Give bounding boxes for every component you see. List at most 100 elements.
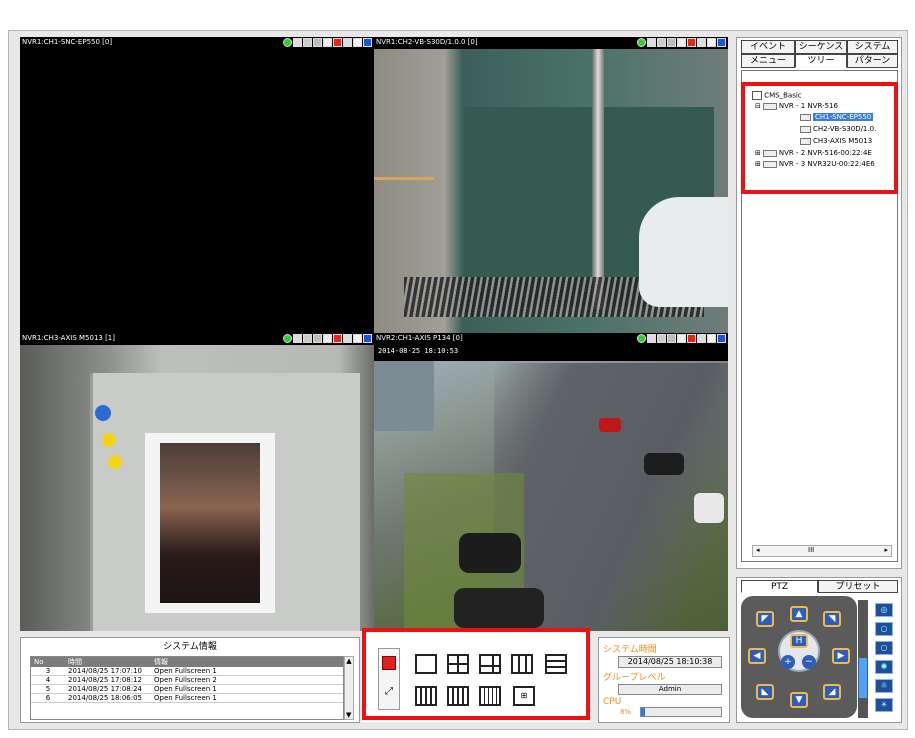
- horizontal-scrollbar[interactable]: ◂ III ▸: [752, 545, 892, 557]
- scroll-thumb[interactable]: III: [808, 546, 814, 554]
- nvr-icon: [762, 160, 777, 168]
- pane-toolbar[interactable]: [283, 334, 372, 344]
- ptz-right-button[interactable]: ▶: [832, 648, 850, 664]
- layout-6-icon[interactable]: [479, 654, 501, 674]
- pane-toolbar[interactable]: [283, 38, 372, 48]
- col-time[interactable]: 時間: [65, 657, 151, 667]
- ptz-down-right-button[interactable]: ◢: [823, 684, 841, 700]
- parked-car: [459, 533, 521, 573]
- moving-car: [644, 453, 684, 475]
- pane-caption: NVR1:CH3-AXIS M5013 [1]: [22, 334, 115, 342]
- iris-close-icon[interactable]: ○: [875, 641, 893, 655]
- col-no[interactable]: No: [31, 657, 65, 667]
- video-pane-2[interactable]: NVR1:CH2-VB-S30D/1.0.0 [0]: [374, 37, 728, 333]
- layout-9-icon[interactable]: [545, 654, 567, 674]
- wiper-icon[interactable]: ☼: [875, 679, 893, 693]
- scroll-left-icon[interactable]: ◂: [756, 546, 760, 554]
- speed-level: [859, 658, 867, 698]
- table-row[interactable]: 4 2014/08/25 17:08:12 Open Fullscreen 2: [31, 675, 343, 685]
- table-row[interactable]: 6 2014/08/25 18:06:05 Open Fullscreen 1: [31, 693, 343, 703]
- tree-label: CH2-VB-S30D/1.0.: [813, 125, 877, 133]
- camera-icon: [800, 113, 811, 121]
- moving-car: [599, 418, 621, 432]
- tab-event[interactable]: イベント: [741, 40, 795, 54]
- iris-open-icon[interactable]: ○: [875, 622, 893, 636]
- ptz-up-button[interactable]: ▲: [790, 606, 808, 622]
- video-pane-4[interactable]: NVR2:CH1-AXIS P134 [0] 2014-08-25 18:10:…: [374, 333, 728, 631]
- scroll-down-icon[interactable]: ▼: [346, 711, 351, 719]
- cell: 2014/08/25 17:08:24: [65, 684, 151, 694]
- scroll-right-icon[interactable]: ▸: [884, 546, 888, 554]
- portrait-photo: [160, 443, 260, 603]
- layout-4-icon[interactable]: [447, 654, 469, 674]
- cell: 2014/08/25 18:06:05: [65, 693, 151, 703]
- tree-label: CH1-SNC-EP550: [813, 113, 874, 121]
- blue-button: [95, 405, 111, 421]
- layout-custom-icon[interactable]: ⊞: [513, 686, 535, 706]
- tab-sequence[interactable]: シーケンス: [795, 40, 847, 54]
- moving-car: [694, 493, 724, 523]
- pane-toolbar[interactable]: [637, 334, 726, 344]
- ptz-down-button[interactable]: ▼: [790, 692, 808, 708]
- server-icon: [752, 91, 762, 100]
- layout-13-icon[interactable]: [447, 686, 469, 706]
- tree-node-nvr2[interactable]: ⊞ NVR - 2 NVR-516-00:22:4E: [755, 149, 872, 158]
- cell: Open Fullscreen 1: [151, 693, 343, 703]
- smiley-magnet: [102, 433, 116, 447]
- ptz-up-right-button[interactable]: ◥: [823, 611, 841, 627]
- scroll-up-icon[interactable]: ▲: [346, 657, 351, 665]
- layout-10-icon[interactable]: [415, 686, 437, 706]
- tab-preset[interactable]: プリセット: [818, 580, 898, 593]
- table-row[interactable]: 3 2014/08/25 17:07:10 Open Fullscreen 1: [31, 667, 343, 676]
- tree-node-ch1[interactable]: CH1-SNC-EP550: [798, 113, 874, 122]
- table-row[interactable]: 5 2014/08/25 17:08:24 Open Fullscreen 1: [31, 684, 343, 694]
- ptz-home-button[interactable]: H: [790, 634, 808, 648]
- layout-1-icon[interactable]: [415, 654, 437, 674]
- system-time-label: システム時間: [603, 645, 657, 655]
- col-info[interactable]: 情報: [151, 657, 343, 667]
- cell: 5: [31, 684, 65, 694]
- buildings: [374, 361, 434, 431]
- pane-toolbar[interactable]: [637, 38, 726, 48]
- tree-node-ch2[interactable]: CH2-VB-S30D/1.0.: [798, 125, 876, 134]
- log-scrollbar[interactable]: ▲ ▼: [344, 656, 354, 720]
- tab-menu[interactable]: メニュー: [741, 54, 795, 68]
- focus-icon[interactable]: ◎: [875, 603, 893, 617]
- cpu-bar: [640, 707, 722, 717]
- layout-8-icon[interactable]: [511, 654, 533, 674]
- nvr-icon: [762, 102, 777, 110]
- group-level-value: Admin: [618, 684, 722, 695]
- ptz-down-left-button[interactable]: ◣: [756, 684, 774, 700]
- ptz-speed-slider[interactable]: [858, 600, 868, 718]
- layout-16-icon[interactable]: [479, 686, 501, 706]
- tree-node-nvr3[interactable]: ⊞ NVR - 3 NVR32U-00:22:4E6: [755, 160, 875, 169]
- tree-node-ch3[interactable]: CH3-AXIS M5013: [798, 137, 872, 146]
- tree-root[interactable]: CMS_Basic: [752, 91, 802, 101]
- camera-icon: [800, 125, 811, 133]
- tab-pattern[interactable]: パターン: [847, 54, 898, 68]
- zoom-out-icon[interactable]: −: [802, 655, 816, 669]
- video-pane-1[interactable]: NVR1:CH1-SNC-EP550 [0]: [20, 37, 374, 333]
- cell: 2014/08/25 17:08:12: [65, 675, 151, 685]
- system-time-value: 2014/08/25 18:10:38: [618, 656, 722, 668]
- hangers: [374, 177, 434, 217]
- cell: 2014/08/25 17:07:10: [65, 667, 151, 676]
- layout-page-1-icon[interactable]: [382, 656, 396, 670]
- ptz-up-left-button[interactable]: ◤: [756, 611, 774, 627]
- tab-ptz[interactable]: PTZ: [741, 580, 818, 593]
- tab-tree[interactable]: ツリー: [795, 54, 847, 68]
- cell: Open Fullscreen 1: [151, 684, 343, 694]
- cpu-label: CPU: [603, 697, 622, 707]
- tab-system[interactable]: システム: [847, 40, 898, 54]
- cpu-bar-fill: [641, 708, 645, 716]
- tree-label: NVR - 1 NVR-516: [778, 102, 838, 110]
- fullscreen-icon[interactable]: ⤢: [382, 686, 396, 700]
- aux-icon[interactable]: ☀: [875, 698, 893, 712]
- light-icon[interactable]: ✺: [875, 660, 893, 674]
- video-pane-3[interactable]: NVR1:CH3-AXIS M5013 [1]: [20, 333, 374, 631]
- ptz-left-button[interactable]: ◀: [748, 648, 766, 664]
- zoom-in-icon[interactable]: +: [781, 655, 795, 669]
- event-log-table[interactable]: No 時間 情報 3 2014/08/25 17:07:10 Open Fullsc…: [30, 656, 344, 720]
- cpu-value: 8%: [620, 708, 632, 716]
- tree-node-nvr1[interactable]: ⊟ NVR - 1 NVR-516: [755, 102, 838, 111]
